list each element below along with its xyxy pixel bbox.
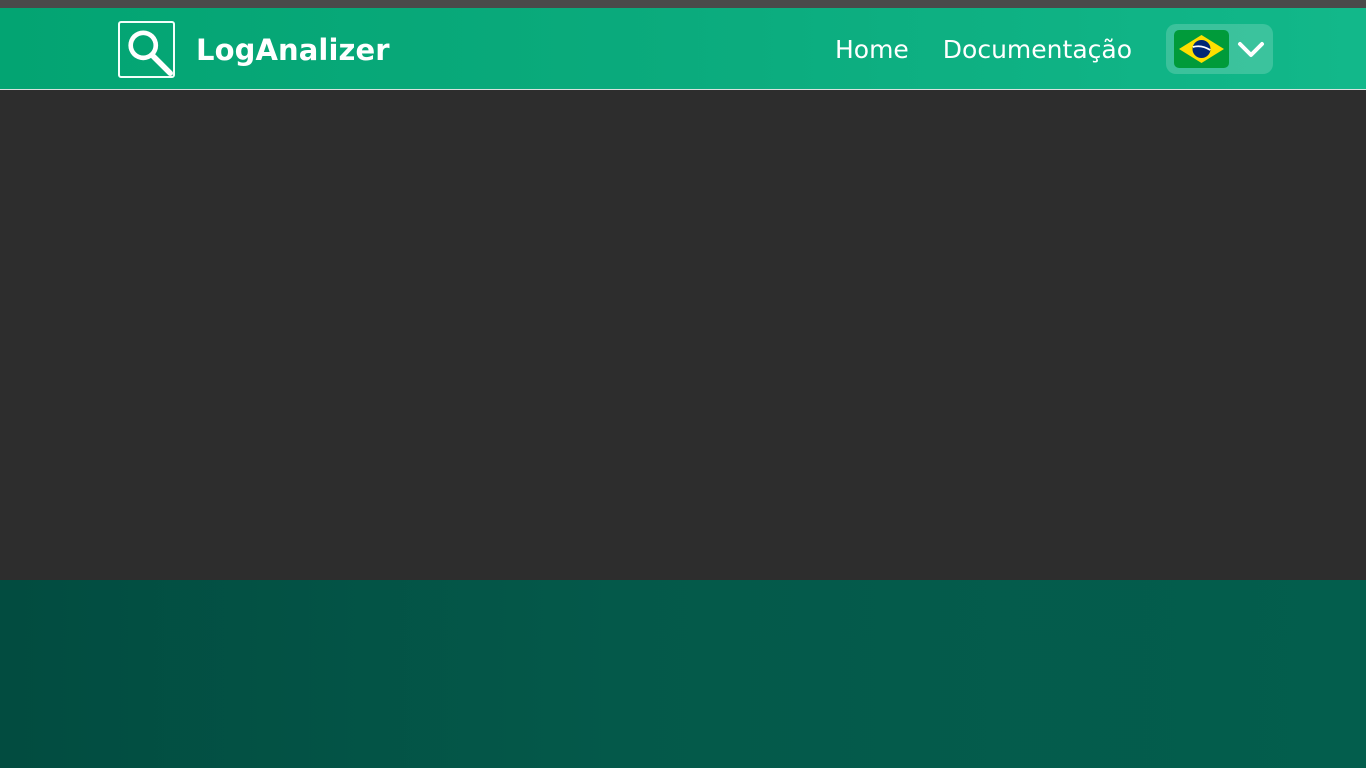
top-navbar: LogAnalizer Home Documentação <box>0 8 1366 90</box>
main-nav: Home Documentação <box>835 30 1132 68</box>
nav-home-link[interactable]: Home <box>835 35 909 64</box>
hero-section <box>0 90 1366 580</box>
nav-documentation-link[interactable]: Documentação <box>943 35 1132 64</box>
brazil-flag-icon <box>1174 30 1229 68</box>
browser-top-strip <box>0 0 1366 8</box>
language-selector[interactable] <box>1166 24 1273 74</box>
chevron-down-icon <box>1235 33 1267 65</box>
brand-link[interactable]: LogAnalizer <box>118 19 390 80</box>
magnifier-icon <box>128 30 173 76</box>
logo <box>118 21 175 78</box>
bottom-section <box>0 580 1366 768</box>
brand-name: LogAnalizer <box>196 32 390 67</box>
